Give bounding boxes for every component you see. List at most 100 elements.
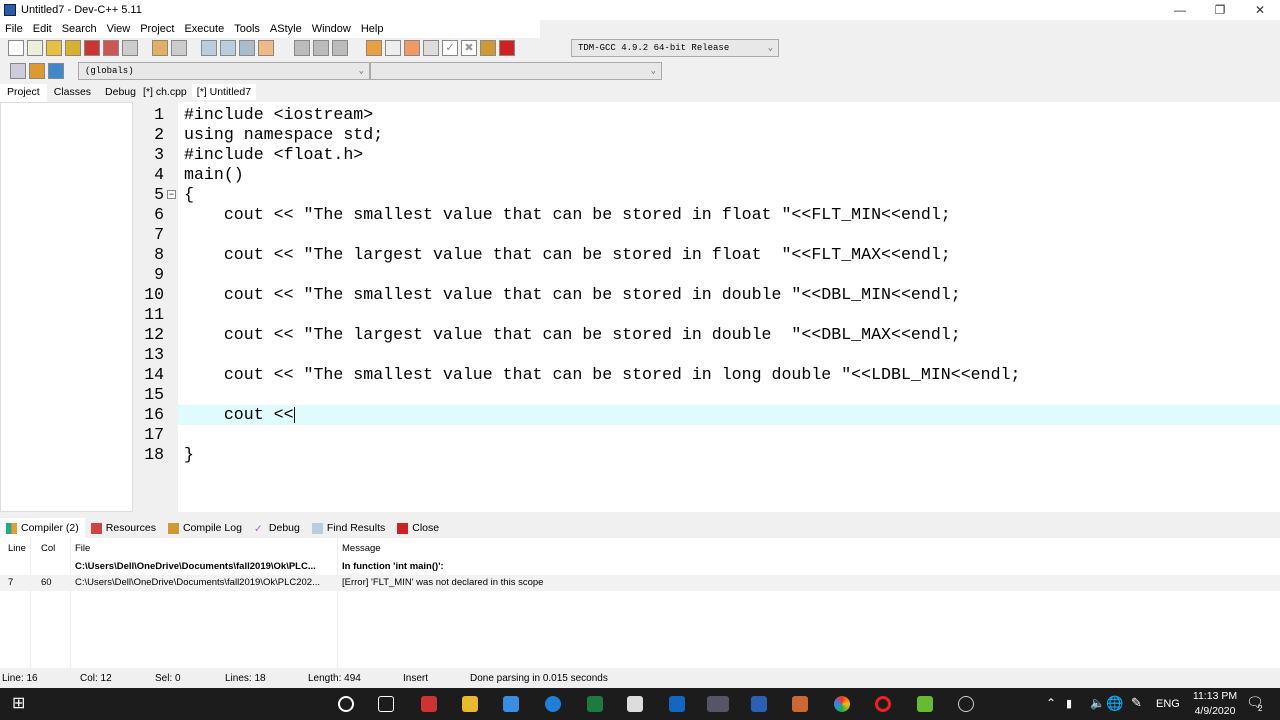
task-view-icon[interactable] xyxy=(378,696,394,712)
code-line[interactable]: cout << xyxy=(184,405,295,425)
chevron-up-icon[interactable]: ⌃ xyxy=(1046,696,1056,710)
tab-untitled7[interactable]: [*] Untitled7 xyxy=(191,84,257,100)
bookmark-icon[interactable] xyxy=(332,40,348,56)
save-icon[interactable] xyxy=(46,40,62,56)
menu-project[interactable]: Project xyxy=(135,23,179,35)
close-file-icon[interactable] xyxy=(84,40,100,56)
tab-debug-output[interactable]: ✓ Debug xyxy=(248,518,306,538)
acrobat-icon[interactable] xyxy=(421,696,437,712)
tab-resources[interactable]: Resources xyxy=(85,518,162,538)
line-number: 1 xyxy=(154,105,164,124)
save-all-icon[interactable] xyxy=(65,40,81,56)
code-line[interactable]: cout << "The smallest value that can be … xyxy=(184,365,1021,385)
tab-find-results[interactable]: Find Results xyxy=(306,518,391,538)
stop-icon[interactable]: ✖ xyxy=(461,40,477,56)
compile-run-icon[interactable] xyxy=(404,40,420,56)
open-icon[interactable] xyxy=(27,40,43,56)
redo-icon[interactable] xyxy=(171,40,187,56)
profile-icon[interactable] xyxy=(480,40,496,56)
tab-close[interactable]: Close xyxy=(391,518,445,538)
code-line[interactable]: { xyxy=(184,185,194,205)
debug-icon[interactable] xyxy=(499,40,515,56)
edge-icon[interactable] xyxy=(545,696,561,712)
tab-debug[interactable]: Debug xyxy=(98,84,143,102)
code-line[interactable]: cout << "The largest value that can be s… xyxy=(184,245,951,265)
member-select[interactable]: ⌄ xyxy=(370,62,662,80)
menu-help[interactable]: Help xyxy=(356,23,389,35)
tab-compiler[interactable]: Compiler (2) xyxy=(0,518,85,538)
menu-search[interactable]: Search xyxy=(57,23,102,35)
compiler-select[interactable]: TDM-GCC 4.9.2 64-bit Release ⌄ xyxy=(571,39,779,57)
close-icon xyxy=(397,522,409,534)
toggle-breakpoint-icon[interactable] xyxy=(29,63,45,79)
insert-icon[interactable] xyxy=(10,63,26,79)
menu-edit[interactable]: Edit xyxy=(28,23,57,35)
bookmark-back-icon[interactable] xyxy=(294,40,310,56)
menu-execute[interactable]: Execute xyxy=(179,23,229,35)
restore-button[interactable]: ❐ xyxy=(1200,0,1240,20)
opera-icon[interactable] xyxy=(875,696,891,712)
chevron-down-icon: ⌄ xyxy=(358,66,364,76)
undo-icon[interactable] xyxy=(152,40,168,56)
minimize-button[interactable]: — xyxy=(1160,0,1200,20)
rebuild-icon[interactable] xyxy=(423,40,439,56)
line-number: 10 xyxy=(144,285,164,304)
code-editor[interactable]: 1 #include <iostream> 2 using namespace std… xyxy=(138,102,1280,512)
new-file-icon[interactable] xyxy=(8,40,24,56)
menu-window[interactable]: Window xyxy=(307,23,356,35)
code-line[interactable]: cout << "The largest value that can be s… xyxy=(184,325,961,345)
devcpp-taskbar-icon[interactable] xyxy=(707,696,729,712)
store-icon[interactable] xyxy=(627,696,643,712)
scope-select[interactable]: (globals) ⌄ xyxy=(78,62,370,80)
compile-icon[interactable] xyxy=(366,40,382,56)
code-line[interactable]: #include <iostream> xyxy=(184,105,373,125)
run-icon[interactable] xyxy=(385,40,401,56)
word-icon[interactable] xyxy=(751,696,767,712)
indent-icon[interactable] xyxy=(239,40,255,56)
pen-icon[interactable]: ✎ xyxy=(1131,695,1142,711)
network-icon[interactable]: 🌐 xyxy=(1106,695,1123,712)
excel-icon[interactable] xyxy=(587,696,603,712)
code-line[interactable]: cout << "The smallest value that can be … xyxy=(184,285,961,305)
print-icon[interactable] xyxy=(122,40,138,56)
clock-date[interactable]: 4/9/2020 xyxy=(1185,705,1245,717)
unindent-icon[interactable] xyxy=(258,40,274,56)
search-icon[interactable] xyxy=(338,696,354,712)
tab-project[interactable]: Project xyxy=(0,84,47,102)
line-number: 8 xyxy=(154,245,164,264)
menu-file[interactable]: File xyxy=(0,23,28,35)
clock-time[interactable]: 11:13 PM xyxy=(1185,690,1245,702)
app-icon[interactable] xyxy=(792,696,808,712)
table-row[interactable]: 7 60 C:\Users\Dell\OneDrive\Documents\fa… xyxy=(0,575,1280,591)
bookmark-forward-icon[interactable] xyxy=(313,40,329,56)
code-line[interactable]: #include <float.h> xyxy=(184,145,363,165)
volume-icon[interactable]: 🔈 xyxy=(1090,696,1105,710)
app-icon[interactable] xyxy=(958,696,974,712)
find-icon[interactable] xyxy=(201,40,217,56)
battery-icon[interactable]: ▮ xyxy=(1066,697,1072,710)
goto-icon[interactable] xyxy=(48,63,64,79)
replace-icon[interactable] xyxy=(220,40,236,56)
windows-start-icon[interactable]: ⊞ xyxy=(12,696,28,712)
menu-tools[interactable]: Tools xyxy=(229,23,265,35)
fold-toggle-icon[interactable]: − xyxy=(167,190,176,199)
utorrent-icon[interactable] xyxy=(917,696,933,712)
tab-compile-log[interactable]: Compile Log xyxy=(162,518,248,538)
menu-astyle[interactable]: AStyle xyxy=(265,23,307,35)
language-indicator[interactable]: ENG xyxy=(1156,698,1180,710)
file-explorer-icon[interactable] xyxy=(462,696,478,712)
menu-view[interactable]: View xyxy=(102,23,136,35)
chrome-icon[interactable] xyxy=(834,696,850,712)
code-line[interactable]: } xyxy=(184,445,194,465)
outlook-icon[interactable] xyxy=(669,696,685,712)
code-line[interactable]: main() xyxy=(184,165,244,185)
tab-ch-cpp[interactable]: [*] ch.cpp xyxy=(138,84,192,100)
close-button[interactable]: ✕ xyxy=(1240,0,1280,20)
code-line[interactable]: cout << "The smallest value that can be … xyxy=(184,205,951,225)
syntax-check-icon[interactable]: ✓ xyxy=(442,40,458,56)
code-line[interactable]: using namespace std; xyxy=(184,125,383,145)
mail-icon[interactable] xyxy=(503,696,519,712)
close-all-icon[interactable] xyxy=(103,40,119,56)
tab-classes[interactable]: Classes xyxy=(47,84,98,102)
table-row[interactable]: C:\Users\Dell\OneDrive\Documents\fall201… xyxy=(0,559,1280,575)
